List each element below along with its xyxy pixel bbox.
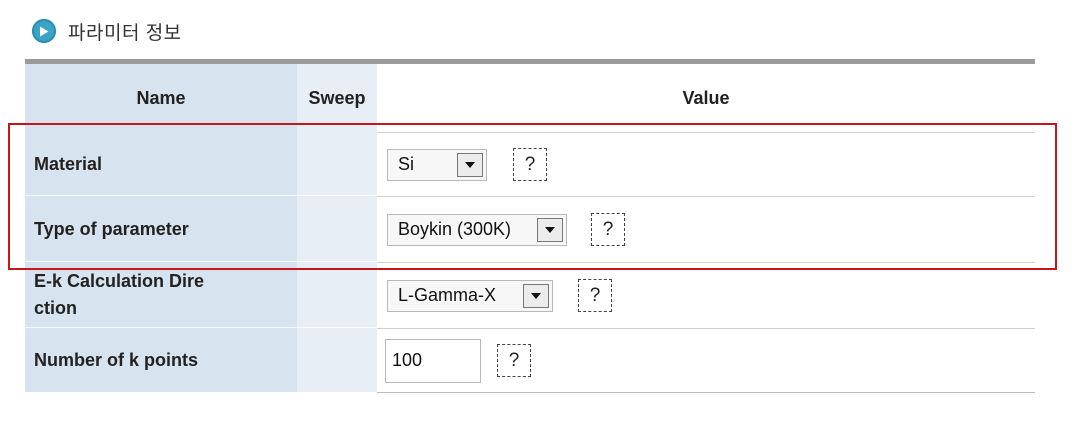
row-label-type-of-parameter: Type of parameter <box>25 196 297 262</box>
chevron-down-icon[interactable] <box>457 152 483 177</box>
number-of-k-points-input[interactable]: 100 <box>385 338 481 383</box>
table-header-row: Name Sweep Value <box>25 64 1035 132</box>
chevron-down-icon[interactable] <box>523 283 549 308</box>
table-row-number-of-k-points: Number of k points 100 ? <box>25 328 1035 392</box>
header-sweep: Sweep <box>297 64 377 132</box>
parameter-table: Name Sweep Value Material Si ? Type of p… <box>25 59 1035 393</box>
ek-direction-select[interactable]: L-Gamma-X <box>387 279 553 312</box>
value-cell: L-Gamma-X ? <box>377 262 1035 328</box>
sweep-cell <box>297 262 377 328</box>
chevron-down-icon[interactable] <box>537 217 563 242</box>
ek-direction-select-value: L-Gamma-X <box>398 285 497 305</box>
material-select-value: Si <box>398 154 415 174</box>
row-label-number-of-k-points: Number of k points <box>25 328 297 392</box>
value-cell: Boykin (300K) ? <box>377 196 1035 262</box>
type-of-parameter-select-value: Boykin (300K) <box>398 219 512 239</box>
row-label-line-2: ction <box>34 298 77 318</box>
table-row-material: Material Si ? <box>25 132 1035 196</box>
type-of-parameter-help-button[interactable]: ? <box>591 213 625 246</box>
row-label-material: Material <box>25 132 297 196</box>
table-row-ek-calculation-direction: E-k Calculation Dire ction L-Gamma-X ? <box>25 262 1035 328</box>
sweep-cell <box>297 328 377 392</box>
value-cell: Si ? <box>377 132 1035 196</box>
type-of-parameter-select[interactable]: Boykin (300K) <box>387 213 567 246</box>
ek-direction-help-button[interactable]: ? <box>578 279 612 312</box>
header-name: Name <box>25 64 297 132</box>
value-cell: 100 ? <box>377 328 1035 392</box>
section-header: 파라미터 정보 <box>32 14 182 48</box>
table-row-type-of-parameter: Type of parameter Boykin (300K) ? <box>25 196 1035 262</box>
row-label-line-1: E-k Calculation Dire <box>34 271 205 291</box>
play-circle-icon <box>32 19 56 43</box>
material-select[interactable]: Si <box>387 148 487 181</box>
table-bottom-line <box>377 392 1035 393</box>
sweep-cell <box>297 132 377 196</box>
section-title: 파라미터 정보 <box>68 22 182 44</box>
number-of-k-points-help-button[interactable]: ? <box>497 344 531 377</box>
row-label-ek-calculation-direction: E-k Calculation Dire ction <box>25 262 297 328</box>
material-help-button[interactable]: ? <box>513 148 547 181</box>
header-value: Value <box>377 64 1035 132</box>
sweep-cell <box>297 196 377 262</box>
